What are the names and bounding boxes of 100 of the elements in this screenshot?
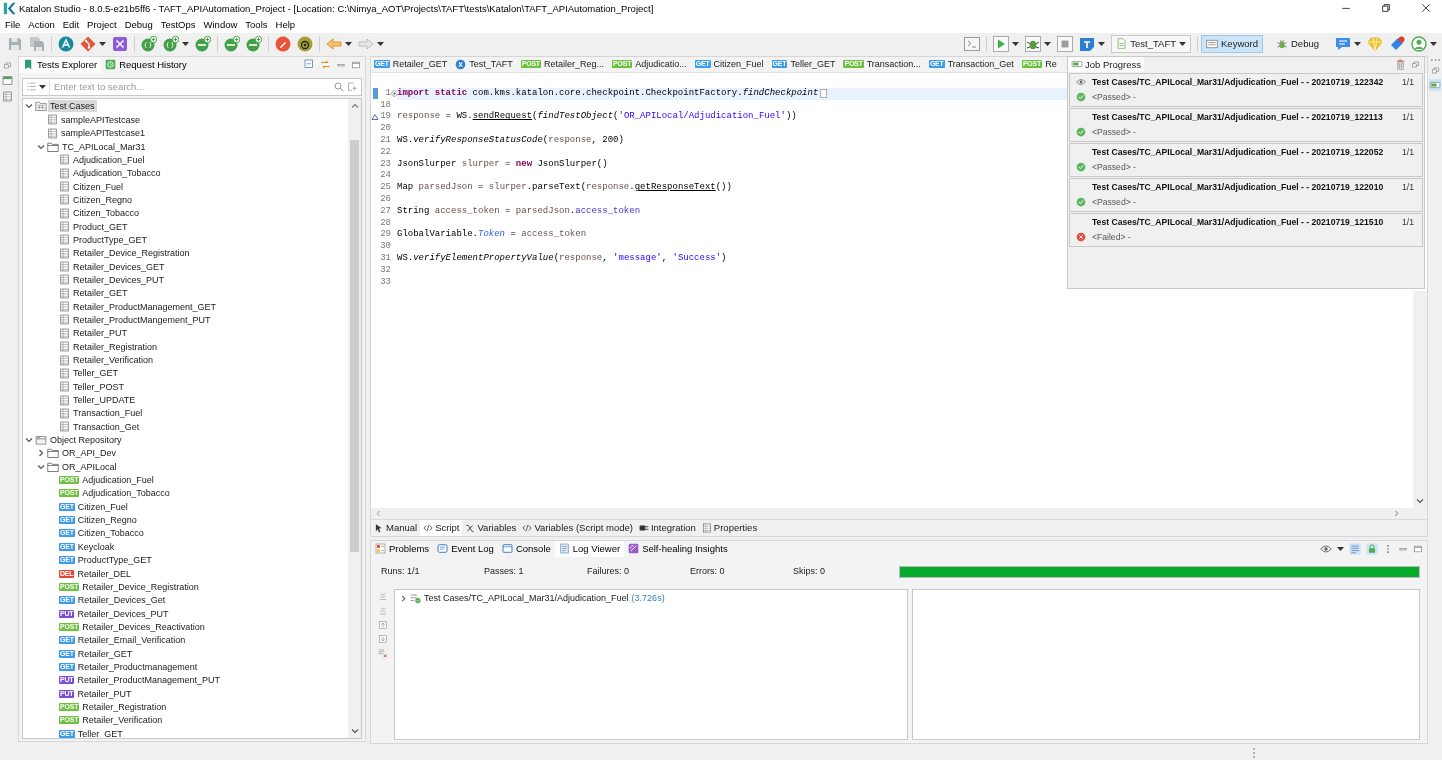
tree-item[interactable]: Teller_POST	[71, 380, 127, 393]
search-icon[interactable]	[332, 77, 346, 96]
tree-item[interactable]: Object Repository	[48, 434, 124, 447]
trash-icon[interactable]	[1395, 58, 1406, 70]
tree-item[interactable]: Adjudication_Tobacco	[71, 167, 163, 180]
mode-toggle-button[interactable]: Keyword	[1201, 34, 1263, 53]
chevron-right-icon[interactable]	[37, 449, 45, 458]
menu-item[interactable]: Debug	[120, 17, 157, 32]
tree-item[interactable]: Retailer_Verification	[71, 354, 156, 366]
tree-item[interactable]: Transaction_Get	[71, 420, 142, 433]
save-icon[interactable]	[7, 35, 23, 52]
lock-icon[interactable]	[1366, 542, 1378, 555]
tree-item[interactable]: sampleAPITestcase1	[59, 127, 148, 140]
tree-item[interactable]: Retailer_Devices_Reactivation	[80, 620, 207, 633]
bug-icon[interactable]	[1025, 35, 1042, 52]
down-arrow-icon[interactable]	[378, 633, 388, 644]
restore-icon[interactable]	[1380, 2, 1392, 15]
tree-item[interactable]: Test Cases	[48, 100, 97, 113]
tree-item[interactable]: Adjudication_Tobacco	[80, 487, 172, 500]
panel-tab[interactable]: Event Log	[433, 540, 498, 557]
menu-item[interactable]: File	[1, 17, 25, 32]
caret-icon[interactable]	[1098, 41, 1106, 46]
branch-diamond-icon[interactable]	[80, 35, 96, 52]
clear-icon[interactable]	[378, 647, 388, 658]
tree-item[interactable]: Teller_UPDATE	[71, 394, 138, 407]
tree-item[interactable]: OR_API_Dev	[60, 447, 119, 460]
chevron-right-icon[interactable]	[400, 594, 407, 602]
chevron-down-icon[interactable]	[350, 727, 359, 735]
panel-tab[interactable]: Problems	[371, 540, 434, 557]
tree-item[interactable]: Retailer_GET	[75, 647, 135, 660]
tree-item[interactable]: Citizen_Tobacco	[75, 527, 146, 540]
tree-item[interactable]: Retailer_ProductMangement_PUT	[71, 314, 213, 326]
search-field[interactable]: Enter text to search...	[50, 77, 332, 96]
result-label[interactable]: Test Cases/TC_APILocal_Mar31/Adjudication_Fuel	[424, 592, 629, 604]
view-tab[interactable]: Script	[420, 519, 463, 536]
menu-item[interactable]: Action	[24, 17, 59, 32]
caret-icon[interactable]	[345, 41, 352, 46]
tree-item[interactable]: Teller_GET	[75, 727, 125, 738]
tag-icon[interactable]	[1389, 35, 1405, 52]
tree-item[interactable]: Retailer_Registration	[71, 340, 160, 353]
panel-tab[interactable]: Self-healing Insights	[624, 540, 732, 557]
maximize-icon[interactable]	[351, 59, 361, 70]
caret-icon[interactable]	[182, 41, 189, 46]
add-circle-icon[interactable]	[246, 35, 262, 52]
profile-dropdown[interactable]: Test_TAFT	[1111, 34, 1192, 53]
collapse-all-icon[interactable]	[304, 59, 315, 71]
tree-item[interactable]: Retailer_Devices_GET	[71, 260, 167, 273]
mode-toggle-button[interactable]: Debug	[1271, 34, 1324, 53]
collapse-all-icon[interactable]	[378, 605, 388, 616]
tree-item[interactable]: ProductType_GET	[75, 554, 154, 567]
tree-item[interactable]: Transaction_Fuel	[71, 407, 145, 420]
chevron-left-icon[interactable]	[375, 509, 382, 517]
plus-circle-icon[interactable]	[390, 90, 398, 98]
tree-item[interactable]: Retailer_Device_Registration	[80, 580, 201, 593]
panel-tab[interactable]: Log Viewer	[554, 540, 625, 557]
tree-item[interactable]: Teller_GET	[71, 367, 120, 380]
tree-item[interactable]: Retailer_Devices_Get	[75, 594, 168, 607]
eye-icon[interactable]	[1320, 542, 1332, 555]
view-tab[interactable]: Job Progress	[1068, 56, 1144, 72]
view-tab[interactable]: Manual	[371, 519, 421, 536]
tree-item[interactable]: Retailer_PUT	[71, 327, 130, 340]
tree-item[interactable]: Retailer_GET	[71, 287, 130, 300]
scroll-thumb[interactable]	[350, 139, 359, 552]
panel-tab[interactable]: Console	[497, 540, 555, 557]
filter-dropdown[interactable]	[22, 77, 50, 96]
pen-circle-icon[interactable]	[275, 35, 291, 52]
menu-item[interactable]: Window	[199, 17, 242, 32]
view-tab[interactable]: Variables (Script mode)	[519, 519, 636, 536]
add-filter-icon[interactable]	[346, 77, 362, 96]
tree-item[interactable]: sampleAPITestcase	[59, 113, 143, 126]
editor-tab[interactable]: Test_TAFT	[452, 56, 518, 72]
panel-icon[interactable]	[2, 74, 13, 86]
tree-item[interactable]: Citizen_Regno	[75, 514, 139, 527]
tree-item[interactable]: Retailer_Registration	[80, 700, 169, 713]
caret-icon[interactable]	[1354, 41, 1361, 46]
menu-item[interactable]: Tools	[241, 17, 272, 32]
eye-icon[interactable]	[1076, 77, 1086, 88]
tree-item[interactable]: Retailer_Devices_PUT	[71, 273, 167, 286]
table-icon[interactable]	[2, 90, 13, 102]
caret-icon[interactable]	[1430, 41, 1437, 46]
tree-item[interactable]: Citizen_Tobacco	[71, 207, 142, 220]
vertical-scrollbar[interactable]	[348, 98, 361, 738]
close-icon[interactable]	[1420, 2, 1432, 15]
terminal-icon[interactable]	[964, 35, 981, 52]
add-circle-icon[interactable]	[195, 35, 211, 52]
maximize-icon[interactable]	[1413, 543, 1423, 554]
folded-code-icon[interactable]	[820, 89, 828, 99]
chevron-down-icon[interactable]	[25, 436, 33, 445]
list-icon[interactable]	[1349, 542, 1361, 555]
menu-item[interactable]: Edit	[58, 17, 84, 32]
progress-bar-icon[interactable]	[1429, 78, 1441, 91]
view-tab[interactable]: Variables	[462, 519, 520, 536]
tree-item[interactable]: TC_APILocal_Mar31	[60, 140, 148, 153]
vertical-scrollbar[interactable]	[1413, 290, 1427, 508]
tree-item[interactable]: Retailer_ProductManagement_GET	[71, 300, 219, 313]
tree-item[interactable]: Retailer_Productmanagement	[75, 660, 200, 673]
add-circle-icon[interactable]	[224, 35, 240, 52]
tree-item[interactable]: Retailer_Device_Registration	[71, 247, 192, 260]
menu-item[interactable]: Project	[83, 17, 121, 32]
caret-icon[interactable]	[99, 41, 106, 46]
